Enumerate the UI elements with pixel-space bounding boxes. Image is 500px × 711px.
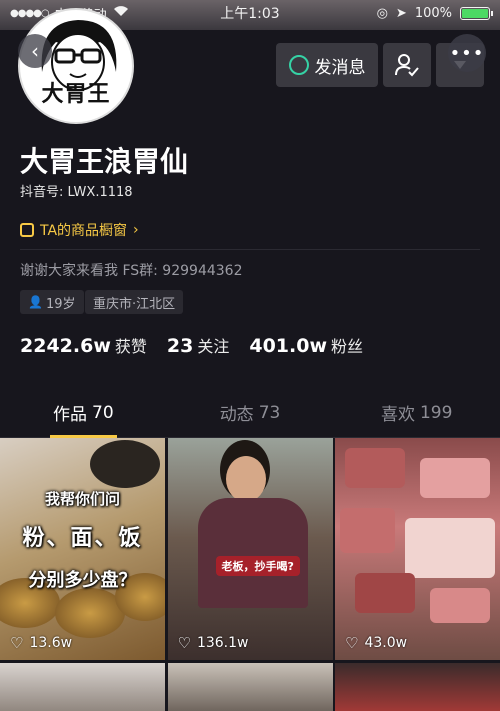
video-thumbnail[interactable]: ♡ 43.0w (335, 438, 500, 660)
send-message-button[interactable]: 发消息 (276, 43, 378, 87)
stat-label: 获赞 (114, 337, 147, 356)
tab-count: 70 (92, 402, 114, 423)
profile-name: 大胃王浪胃仙 (20, 145, 189, 178)
age-label: 19岁 (45, 296, 76, 312)
like-count-value: 13.6w (29, 635, 73, 651)
video-caption-line: 粉、面、饭 (22, 526, 143, 551)
video-caption-line: 我帮你们问 (44, 490, 120, 508)
video-thumbnail[interactable] (0, 663, 165, 711)
age-tag: 👤 19岁 (20, 290, 84, 314)
female-user-icon: 👤 (28, 295, 43, 309)
tab-label: 作品 (53, 405, 88, 425)
video-thumbnail[interactable]: 我帮你们问 粉、面、饭 分别多少盘？ ♡ 13.6w (0, 438, 165, 660)
wifi-icon (113, 5, 129, 21)
video-thumbnail[interactable] (335, 663, 500, 711)
person-head (90, 440, 160, 488)
like-count: ♡ 13.6w (10, 634, 72, 652)
video-caption: 老板，抄手喝? (215, 556, 300, 576)
video-grid: 我帮你们问 粉、面、饭 分别多少盘？ ♡ 13.6w 老板，抄手喝? ♡ 136… (0, 438, 500, 711)
stat-number: 401.0w (249, 335, 328, 357)
shop-window-link[interactable]: TA的商品橱窗 › (20, 220, 139, 240)
video-caption-line: 分别多少盘？ (28, 570, 137, 591)
tab-count: 73 (258, 402, 281, 423)
stat-followers[interactable]: 401.0w 粉丝 (249, 333, 363, 357)
status-time: 上午1:03 (220, 6, 280, 22)
chevron-right-icon: › (133, 222, 139, 238)
more-dots-icon: ••• (449, 42, 485, 64)
food-tray (355, 573, 415, 613)
tab-works[interactable]: 作品 70 (0, 388, 167, 438)
city-tag: 重庆市·江北区 (85, 290, 184, 314)
stat-label: 粉丝 (331, 337, 364, 356)
person-body (197, 498, 308, 608)
avatar-text: 大胃王 (41, 82, 111, 107)
divider (20, 249, 480, 250)
heart-icon: ♡ (345, 634, 359, 652)
video-thumbnail[interactable] (167, 663, 333, 711)
heart-icon: ♡ (177, 634, 191, 652)
profile-bio: 谢谢大家来看我 FS群: 929944362 (20, 263, 243, 279)
more-options-button[interactable]: ••• (448, 34, 486, 72)
stat-following[interactable]: 23 关注 (167, 333, 229, 357)
tab-likes[interactable]: 喜欢 199 (333, 388, 500, 437)
content-tabs: 作品 70 动态 73 喜欢 199 (0, 388, 500, 438)
location-icon: ➤ (395, 5, 407, 21)
like-count: ♡ 136.1w (178, 634, 249, 652)
tab-activity[interactable]: 动态 73 (167, 388, 334, 437)
like-count-value: 43.0w (364, 635, 408, 651)
follow-button[interactable] (383, 43, 431, 87)
tab-label: 喜欢 (380, 405, 415, 425)
message-bubble-icon (288, 55, 309, 75)
like-count: ♡ 43.0w (345, 634, 407, 652)
tab-count: 199 (419, 402, 453, 423)
tab-label: 动态 (219, 405, 254, 425)
city-label: 重庆市·江北区 (93, 296, 176, 312)
status-right: ◎ ➤ 100% (330, 5, 493, 21)
send-message-label: 发消息 (314, 57, 366, 78)
profile-stats: 2242.6w 获赞 23 关注 401.0w 粉丝 (20, 333, 363, 357)
stat-number: 2242.6w (20, 335, 111, 357)
shop-icon (20, 223, 34, 237)
back-button[interactable]: ‹ (18, 34, 52, 68)
stat-number: 23 (166, 335, 194, 357)
heart-icon: ♡ (10, 634, 24, 652)
food-tray (420, 458, 490, 498)
food-tray (340, 508, 395, 553)
video-thumbnail[interactable]: 老板，抄手喝? ♡ 136.1w (167, 438, 333, 660)
stat-label: 关注 (197, 337, 230, 356)
like-count-value: 136.1w (196, 635, 249, 651)
battery-icon (460, 6, 493, 20)
food-tray (430, 588, 490, 623)
user-check-icon (395, 54, 419, 77)
shop-window-label: TA的商品橱窗 (40, 223, 128, 239)
person-face (225, 456, 266, 502)
battery-fill (462, 8, 488, 18)
food-tray (345, 448, 405, 488)
food-tray (405, 518, 495, 578)
stat-likes[interactable]: 2242.6w 获赞 (20, 333, 147, 357)
douyin-id: 抖音号: LWX.1118 (20, 185, 133, 200)
battery-percent: 100% (414, 5, 452, 21)
lock-rotation-icon: ◎ (376, 5, 388, 21)
chevron-left-icon: ‹ (31, 39, 39, 63)
